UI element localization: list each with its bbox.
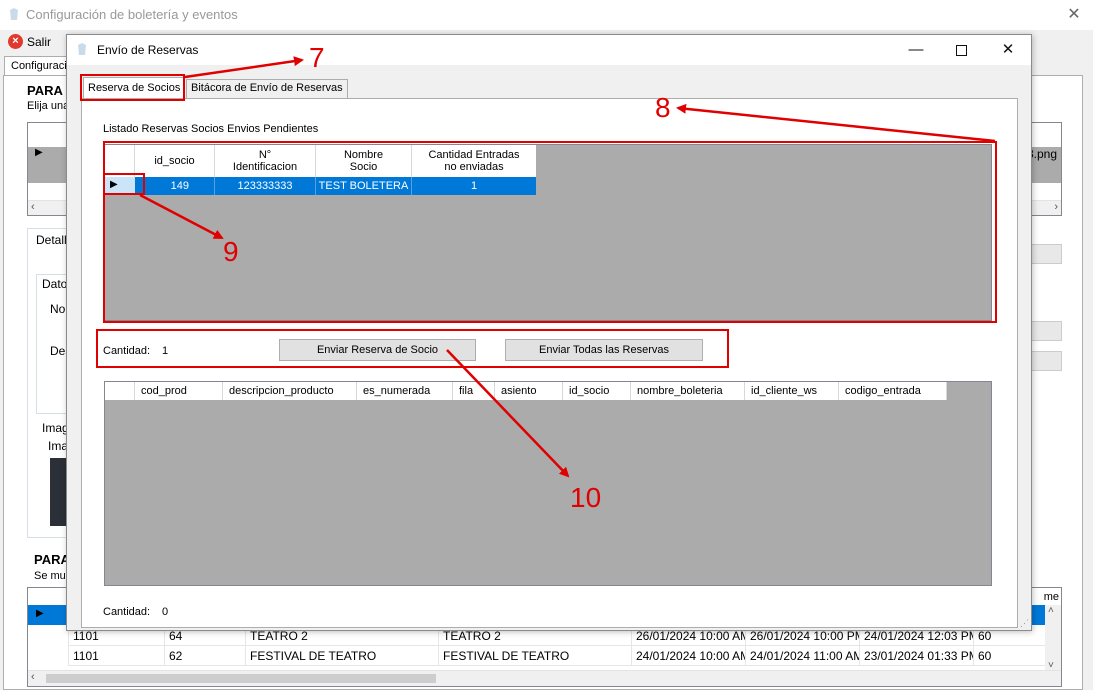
dialog-title-bar[interactable]: Envío de Reservas — ✕ <box>67 35 1031 65</box>
grid2-col-es-numerada[interactable]: es_numerada <box>357 382 453 400</box>
grid2-col-fila[interactable]: fila <box>453 382 495 400</box>
detail-field-2[interactable] <box>1031 321 1062 341</box>
exit-icon: × <box>8 34 23 49</box>
bottom-grid-hscroll[interactable]: ‹ <box>28 670 1061 686</box>
cantidad2-value: 0 <box>162 606 169 618</box>
main-window-title: Configuración de boletería y eventos <box>26 7 238 22</box>
main-title-bar: Configuración de boletería y eventos ✕ <box>0 0 1093 30</box>
close-icon: ✕ <box>1001 41 1015 58</box>
bottom-grid-rows: 1101 64 TEATRO 2 TEATRO 2 26/01/2024 10:00 A… <box>68 626 1048 666</box>
detalle-reservas-grid[interactable]: cod_prod descripcion_producto es_numerada f… <box>104 381 992 586</box>
row-pointer-icon: ▶ <box>35 147 43 158</box>
annotation-box-buttons <box>96 329 729 368</box>
annotation-9: 9 <box>223 236 239 267</box>
table-cell[interactable]: 24/01/2024 10:00 AM <box>631 646 745 666</box>
bottom-grid-header-fragment: me <box>1043 591 1059 603</box>
maximize-icon <box>956 45 967 56</box>
annotation-box-row-selector <box>103 173 145 195</box>
scroll-left-icon[interactable]: ‹ <box>31 671 35 683</box>
table-cell[interactable]: 60 <box>973 646 1013 666</box>
list-title: Listado Reservas Socios Envios Pendiente… <box>103 123 319 135</box>
annotation-8: 8 <box>655 92 671 123</box>
salir-label: Salir <box>27 35 52 49</box>
close-icon: ✕ <box>1067 6 1081 23</box>
grid2-col-asiento[interactable]: asiento <box>495 382 563 400</box>
tab-configuracion[interactable]: Configuraci <box>4 56 74 76</box>
scroll-right-icon[interactable]: › <box>1054 201 1058 213</box>
table-cell[interactable]: 23/01/2024 01:33 PM <box>859 646 973 666</box>
table-cell[interactable]: 24/01/2024 11:00 AM <box>745 646 859 666</box>
main-close-button[interactable]: ✕ <box>1063 4 1085 26</box>
annotation-box-tab <box>80 74 185 101</box>
table-cell[interactable]: 62 <box>164 646 245 666</box>
detail-field-3[interactable] <box>1031 351 1062 371</box>
dialog-close-button[interactable]: ✕ <box>985 35 1031 65</box>
scroll-up-icon[interactable]: ˄ <box>1048 605 1054 616</box>
grid2-col-cod-prod[interactable]: cod_prod <box>135 382 223 400</box>
grid2-col-descripcion-producto[interactable]: descripcion_producto <box>223 382 357 400</box>
app-icon <box>10 8 18 20</box>
grid2-col-nombre-boleteria[interactable]: nombre_boleteria <box>631 382 745 400</box>
minimize-button[interactable]: — <box>893 35 939 65</box>
maximize-button[interactable] <box>939 35 985 65</box>
resize-grip-icon[interactable]: ⋰ <box>1020 618 1029 629</box>
grid2-col-codigo-entrada[interactable]: codigo_entrada <box>839 382 947 400</box>
row-pointer-icon: ▶ <box>36 608 44 619</box>
grid2-row-header-corner <box>105 382 135 400</box>
table-cell[interactable]: FESTIVAL DE TEATRO <box>245 646 438 666</box>
tab-bitacora-envio[interactable]: Bitácora de Envío de Reservas <box>186 79 348 98</box>
section1-subtitle: Elija una <box>27 100 70 112</box>
table-row[interactable]: 1101 62 FESTIVAL DE TEATRO FESTIVAL DE TEAT… <box>68 646 1048 666</box>
cantidad2-label: Cantidad: <box>103 606 151 618</box>
table-cell[interactable]: 1101 <box>68 646 164 666</box>
annotation-7: 7 <box>309 42 325 73</box>
bottom-grid-vscroll[interactable]: ˄ ˅ <box>1045 605 1061 671</box>
grid2-col-id-cliente-ws[interactable]: id_cliente_ws <box>745 382 839 400</box>
grid2-header: cod_prod descripcion_producto es_numerada f… <box>105 382 949 400</box>
dialog-app-icon <box>78 43 86 55</box>
table-cell[interactable]: FESTIVAL DE TEATRO <box>438 646 631 666</box>
hscroll-thumb[interactable] <box>46 674 436 683</box>
annotation-box-grid <box>103 141 997 323</box>
scroll-left-icon[interactable]: ‹ <box>31 201 35 213</box>
detail-field-1[interactable] <box>1031 244 1062 264</box>
minimize-icon: — <box>908 41 924 58</box>
grid2-col-id-socio[interactable]: id_socio <box>563 382 631 400</box>
section2-title: PARA <box>34 552 70 567</box>
dialog-title: Envío de Reservas <box>97 43 199 57</box>
annotation-10: 10 <box>570 482 602 513</box>
